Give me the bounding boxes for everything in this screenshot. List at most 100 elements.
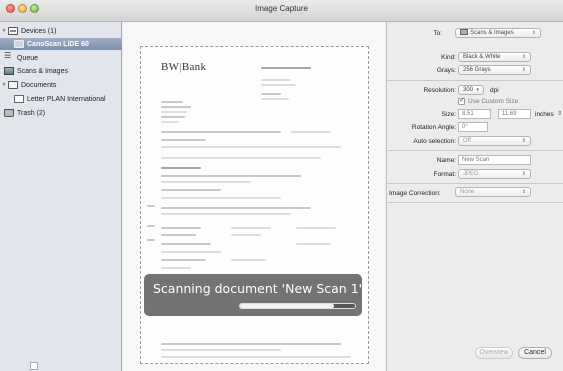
trash-icon	[4, 109, 14, 117]
size-width-field[interactable]: 8.51	[458, 109, 491, 119]
chevron-down-icon: ▾	[476, 87, 479, 93]
queue-icon	[4, 51, 14, 62]
scan-preview-area: BW|Bank Scanning document 'New Scan 1'	[123, 22, 385, 371]
scan-progress-fill	[240, 304, 335, 308]
blurred-text	[291, 131, 331, 133]
resolution-unit: dpi	[490, 87, 499, 94]
document-icon	[14, 95, 24, 103]
kind-popup[interactable]: Black & White ⇕	[458, 52, 531, 62]
blurred-text	[161, 175, 301, 177]
auto-selection-popup[interactable]: Off ⇕	[458, 136, 531, 146]
blurred-text	[161, 356, 351, 358]
blurred-text	[261, 93, 281, 95]
blurred-text	[147, 205, 155, 207]
popup-arrows-icon: ⇕	[521, 189, 526, 195]
checkmark-icon: ✓	[459, 96, 465, 104]
use-custom-size-row[interactable]: ✓ Use Custom Size	[458, 96, 519, 105]
cancel-button[interactable]: Cancel	[518, 347, 552, 359]
image-correction-label: Image Correction:	[389, 190, 441, 197]
divider	[387, 80, 563, 81]
image-capture-window: Image Capture ▼ Devices (1) CanoScan LiD…	[0, 0, 563, 371]
format-popup[interactable]: JPEG ⇕	[458, 169, 531, 179]
divider	[387, 150, 563, 151]
grays-popup[interactable]: 256 Grays ⇕	[458, 65, 531, 75]
size-label: Size:	[441, 111, 456, 118]
documents-header-label: Documents	[21, 81, 57, 89]
folder-icon	[8, 81, 18, 89]
sidebar-item-scanner[interactable]: CanoScan LiDE 60	[0, 38, 122, 50]
blurred-text	[261, 98, 289, 100]
letter-label: Letter PLAN International	[27, 95, 106, 103]
rotation-angle-label: Rotation Angle:	[411, 124, 456, 131]
divider	[387, 183, 563, 184]
blurred-text	[161, 111, 187, 113]
blurred-text	[161, 131, 281, 133]
blurred-text	[261, 84, 296, 86]
queue-label: Queue	[17, 54, 39, 62]
use-custom-size-checkbox[interactable]: ✓	[458, 96, 465, 105]
blurred-text	[161, 267, 191, 269]
blurred-text	[161, 349, 281, 351]
blurred-text	[161, 106, 191, 108]
to-destination-popup[interactable]: Scans & Images ⇕	[455, 28, 541, 38]
popup-arrows-icon: ⇕	[531, 30, 536, 36]
blurred-text	[161, 251, 221, 253]
blurred-text	[161, 121, 179, 123]
sidebar-documents-header[interactable]: ▼ Documents	[0, 79, 122, 91]
name-label: Name:	[436, 157, 456, 164]
blurred-text	[231, 234, 261, 236]
blurred-text	[261, 67, 311, 69]
blurred-text	[161, 227, 201, 229]
blurred-text	[147, 225, 155, 227]
auto-selection-label: Auto selection:	[413, 138, 456, 145]
blurred-text	[231, 227, 271, 229]
title-bar: Image Capture	[0, 0, 563, 22]
blurred-text	[161, 259, 206, 261]
popup-arrows-icon: ⇕	[521, 54, 526, 60]
disclosure-triangle-icon[interactable]: ▼	[0, 28, 8, 34]
blurred-text	[161, 157, 321, 159]
scanned-page-preview: BW|Bank	[140, 46, 369, 364]
resolution-combo[interactable]: 300 ▾	[458, 85, 484, 95]
blurred-text	[161, 167, 201, 169]
sidebar-devices-header[interactable]: ▼ Devices (1)	[0, 25, 122, 37]
devices-header-label: Devices (1)	[21, 27, 57, 35]
blurred-text	[161, 189, 221, 191]
picture-icon	[4, 67, 14, 75]
size-unit-stepper-icon[interactable]: ⇕	[557, 110, 562, 117]
popup-arrows-icon: ⇕	[521, 67, 526, 73]
rotation-angle-field[interactable]: 0°	[458, 122, 488, 132]
blurred-text	[147, 239, 155, 241]
blurred-text	[161, 116, 185, 118]
blurred-text	[296, 227, 336, 229]
scans-images-label: Scans & Images	[17, 67, 68, 75]
use-custom-size-label: Use Custom Size	[468, 98, 519, 105]
sidebar: ▼ Devices (1) CanoScan LiDE 60 Queue Sca…	[0, 22, 122, 371]
popup-arrows-icon: ⇕	[521, 171, 526, 177]
blurred-text	[161, 234, 196, 236]
sidebar-item-letter[interactable]: Letter PLAN International	[0, 93, 122, 105]
kind-label: Kind:	[441, 54, 456, 61]
sidebar-item-scans-images[interactable]: Scans & Images	[0, 65, 122, 77]
blurred-text	[161, 197, 281, 199]
blurred-text	[161, 207, 311, 209]
sidebar-item-queue[interactable]: Queue	[0, 51, 122, 64]
trash-label: Trash (2)	[17, 109, 46, 117]
sidebar-item-trash[interactable]: Trash (2)	[0, 107, 122, 119]
size-height-field[interactable]: 11.69	[498, 109, 531, 119]
to-label: To:	[433, 30, 442, 37]
overview-button[interactable]: Overview	[475, 347, 513, 359]
scan-name-field[interactable]: New Scan	[458, 155, 531, 165]
image-correction-popup[interactable]: None ⇕	[455, 187, 531, 197]
scanner-icon	[14, 40, 24, 48]
window-title: Image Capture	[255, 4, 308, 13]
blurred-text	[161, 101, 183, 103]
format-label: Format:	[433, 171, 456, 178]
disclosure-triangle-icon[interactable]: ▼	[0, 82, 8, 88]
sidebar-action-icon[interactable]	[30, 362, 38, 370]
blurred-text	[261, 79, 291, 81]
popup-arrows-icon: ⇕	[521, 138, 526, 144]
resolution-label: Resolution:	[423, 87, 456, 94]
scan-progress-message: Scanning document 'New Scan 1'	[153, 281, 363, 296]
grays-label: Grays:	[436, 67, 456, 74]
